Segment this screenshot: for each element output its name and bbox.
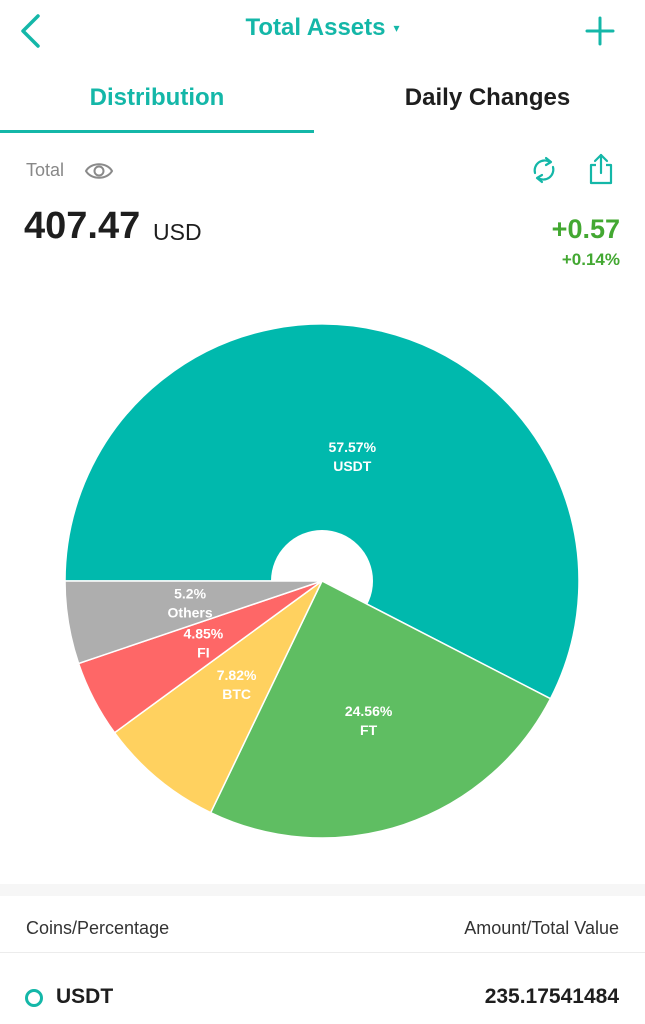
pie-label-percent-ft: 24.56% bbox=[345, 703, 393, 719]
title-dropdown[interactable]: Total Assets ▾ bbox=[0, 14, 645, 42]
pie-label-percent-fi: 4.85% bbox=[184, 626, 224, 642]
tab-bar: Distribution Daily Changes bbox=[0, 74, 645, 134]
eye-icon bbox=[84, 163, 114, 179]
coin-amount: 235.17541484 bbox=[484, 985, 619, 1008]
coin-name: USDT bbox=[56, 985, 114, 1008]
coin-marker-icon bbox=[25, 989, 43, 1007]
share-icon bbox=[589, 153, 613, 185]
tab-distribution[interactable]: Distribution bbox=[0, 84, 314, 112]
total-label: Total bbox=[26, 160, 65, 180]
add-button[interactable] bbox=[583, 14, 617, 48]
pie-label-name-fi: FI bbox=[197, 645, 209, 661]
pie-label-name-others: Others bbox=[168, 605, 213, 621]
page-title: Total Assets bbox=[245, 14, 386, 41]
plus-icon bbox=[585, 16, 615, 46]
share-button[interactable] bbox=[586, 152, 616, 186]
pie-label-name-btc: BTC bbox=[222, 686, 251, 702]
refresh-icon bbox=[533, 156, 555, 184]
total-value: 407.47 bbox=[24, 205, 141, 247]
change-percent: +0.14% bbox=[561, 250, 620, 269]
pie-label-name-usdt: USDT bbox=[333, 458, 372, 474]
pie-label-name-ft: FT bbox=[360, 722, 378, 738]
refresh-button[interactable] bbox=[528, 154, 560, 186]
header: Total Assets ▾ bbox=[0, 0, 645, 64]
section-divider bbox=[0, 884, 645, 896]
pie-label-percent-btc: 7.82% bbox=[217, 667, 257, 683]
change-absolute: +0.57 bbox=[551, 214, 620, 244]
caret-down-icon: ▾ bbox=[393, 21, 400, 35]
column-coins-percentage: Coins/Percentage bbox=[26, 918, 170, 938]
tab-daily-changes[interactable]: Daily Changes bbox=[330, 84, 645, 112]
list-header: Coins/Percentage Amount/Total Value bbox=[0, 896, 645, 953]
pie-chart: 57.57% USDT 24.56% FT 7.82% BTC 4.85% FI 5.2% Oth… bbox=[64, 323, 580, 839]
column-amount-total-value: Amount/Total Value bbox=[464, 918, 619, 938]
app: Total Assets ▾ Distribution Daily Changes… bbox=[0, 0, 645, 1024]
total-currency: USD bbox=[153, 219, 202, 245]
distribution-chart: 57.57% USDT 24.56% FT 7.82% BTC 4.85% FI 5.2% Oth… bbox=[0, 300, 645, 860]
list-item[interactable]: USDT 235.17541484 bbox=[0, 970, 645, 1024]
pie-label-percent-others: 5.2% bbox=[174, 586, 206, 602]
toggle-visibility-button[interactable] bbox=[84, 158, 114, 184]
active-tab-indicator bbox=[0, 130, 314, 133]
pie-label-percent-usdt: 57.57% bbox=[329, 439, 377, 455]
